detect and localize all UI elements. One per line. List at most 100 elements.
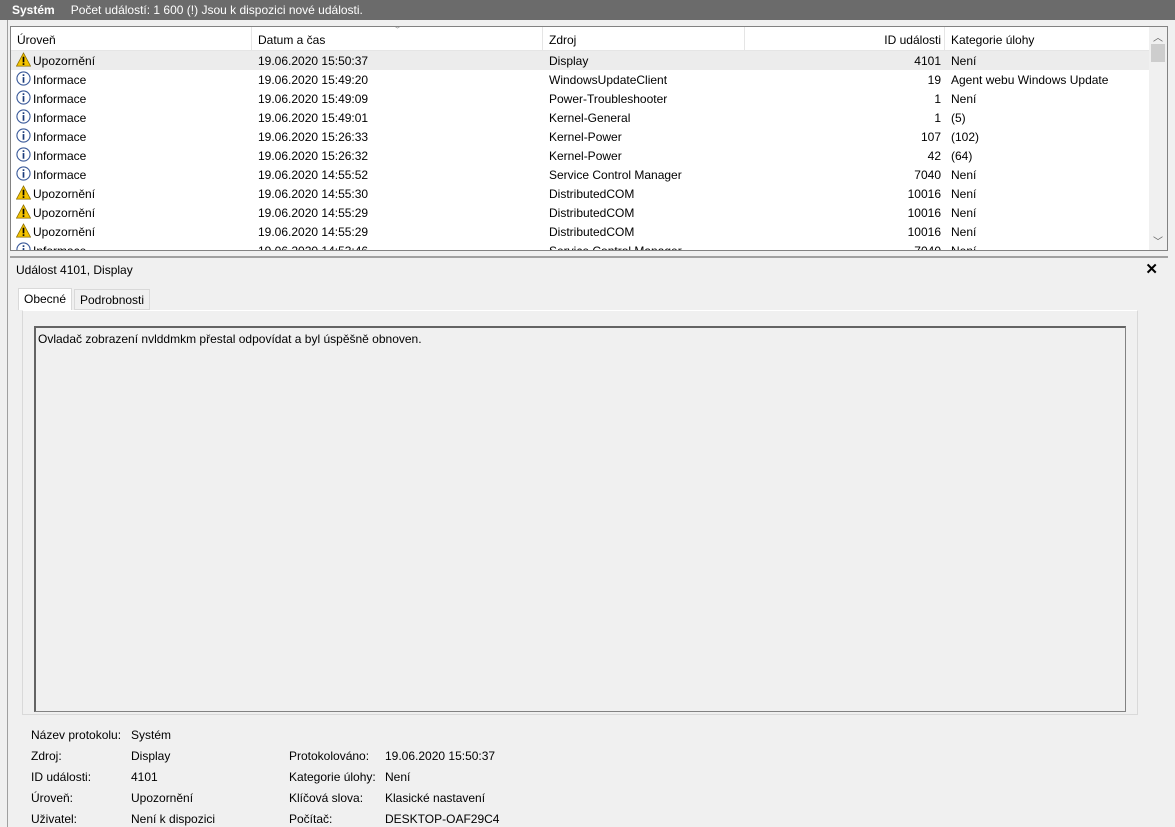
column-header: Úroveň Datum a čas ﹀ Zdroj ID události K…	[11, 27, 1149, 51]
close-icon[interactable]: ✕	[1145, 260, 1158, 278]
row-date: 19.06.2020 15:49:20	[258, 73, 369, 87]
log-name: Systém	[12, 3, 55, 17]
row-task-category: (64)	[951, 149, 973, 163]
level-value: Upozornění	[131, 791, 194, 805]
row-source: Kernel-General	[549, 111, 631, 125]
info-icon	[16, 71, 31, 86]
warning-icon	[15, 223, 32, 238]
table-row[interactable]: Upozornění 19.06.2020 14:55:29 Distribut…	[11, 222, 1149, 241]
row-source: DistributedCOM	[549, 206, 635, 220]
warning-icon	[15, 185, 32, 200]
row-task-category: Není	[951, 54, 977, 68]
event-count-status: Počet událostí: 1 600 (!) Jsou k dispozi…	[70, 3, 363, 17]
row-source: Kernel-Power	[549, 130, 622, 144]
row-date: 19.06.2020 14:55:30	[258, 187, 369, 201]
table-row[interactable]: Upozornění 19.06.2020 14:55:29 Distribut…	[11, 203, 1149, 222]
computer-label: Počítač:	[289, 812, 333, 826]
task-category-value: Není	[385, 770, 411, 784]
info-icon	[16, 147, 31, 162]
row-level: Informace	[33, 168, 87, 182]
row-event-id: 107	[920, 130, 941, 144]
row-task-category: Není	[951, 225, 977, 239]
info-icon	[16, 128, 31, 143]
scroll-up-icon[interactable]: ︿	[1153, 29, 1163, 44]
scrollbar-thumb[interactable]	[1151, 44, 1165, 62]
row-level: Upozornění	[33, 206, 96, 220]
scroll-down-icon[interactable]: ﹀	[1153, 233, 1163, 248]
table-row[interactable]: Informace 19.06.2020 15:49:20 WindowsUpd…	[11, 70, 1149, 89]
detail-title: Událost 4101, Display	[16, 263, 133, 277]
general-panel: Ovladač zobrazení nvlddmkm přestal odpov…	[22, 310, 1138, 715]
info-icon	[16, 90, 31, 105]
log-name-value: Systém	[131, 728, 172, 742]
left-border	[0, 20, 8, 827]
table-row[interactable]: Informace 19.06.2020 14:53:46 Service Co…	[11, 241, 1149, 251]
event-detail-pane: Událost 4101, Display ✕ Obecné Podrobnos…	[10, 256, 1168, 827]
row-event-id: 7040	[914, 244, 941, 251]
warning-icon	[15, 204, 32, 219]
task-category-label: Kategorie úlohy:	[289, 770, 376, 784]
row-source: DistributedCOM	[549, 225, 635, 239]
column-level[interactable]: Úroveň	[17, 33, 56, 47]
info-icon	[16, 242, 31, 250]
column-date[interactable]: Datum a čas	[258, 33, 325, 47]
row-source: Display	[549, 54, 589, 68]
row-task-category: Není	[951, 206, 977, 220]
source-label: Zdroj:	[31, 749, 62, 763]
column-task-category[interactable]: Kategorie úlohy	[951, 33, 1034, 47]
log-name-label: Název protokolu:	[31, 728, 122, 742]
row-source: DistributedCOM	[549, 187, 635, 201]
row-date: 19.06.2020 14:53:46	[258, 244, 369, 251]
row-task-category: Agent webu Windows Update	[951, 73, 1109, 87]
row-task-category: Není	[951, 244, 977, 251]
table-row[interactable]: Informace 19.06.2020 14:55:52 Service Co…	[11, 165, 1149, 184]
log-header: Systém Počet událostí: 1 600 (!) Jsou k d…	[0, 0, 1175, 20]
table-row[interactable]: Informace 19.06.2020 15:49:01 Kernel-Gen…	[11, 108, 1149, 127]
row-level: Informace	[33, 244, 87, 251]
row-source: Service Control Manager	[549, 244, 682, 251]
event-message[interactable]: Ovladač zobrazení nvlddmkm přestal odpov…	[34, 326, 1126, 712]
event-list[interactable]: Úroveň Datum a čas ﹀ Zdroj ID události K…	[10, 26, 1168, 251]
user-value: Není k dispozici	[131, 812, 216, 826]
keywords-value: Klasické nastavení	[385, 791, 486, 805]
row-date: 19.06.2020 14:55:52	[258, 168, 369, 182]
keywords-label: Klíčová slova:	[289, 791, 364, 805]
row-task-category: (5)	[951, 111, 966, 125]
row-task-category: Není	[951, 187, 977, 201]
row-source: Kernel-Power	[549, 149, 622, 163]
computer-value: DESKTOP-OAF29C4	[385, 812, 500, 826]
vertical-scrollbar[interactable]: ︿ ﹀	[1149, 27, 1167, 250]
row-event-id: 19	[927, 73, 941, 87]
row-task-category: (102)	[951, 130, 980, 144]
row-source: Power-Troubleshooter	[549, 92, 668, 106]
info-icon	[16, 166, 31, 181]
table-row[interactable]: Informace 19.06.2020 15:26:33 Kernel-Pow…	[11, 127, 1149, 146]
column-source[interactable]: Zdroj	[549, 33, 576, 47]
row-level: Upozornění	[33, 54, 96, 68]
table-row[interactable]: Upozornění 19.06.2020 14:55:30 Distribut…	[11, 184, 1149, 203]
info-icon	[16, 109, 31, 124]
row-level: Upozornění	[33, 225, 96, 239]
row-date: 19.06.2020 15:49:09	[258, 92, 369, 106]
row-level: Informace	[33, 111, 87, 125]
source-value: Display	[131, 749, 171, 763]
logged-value: 19.06.2020 15:50:37	[385, 749, 496, 763]
column-event-id[interactable]: ID události	[884, 33, 941, 47]
row-level: Informace	[33, 73, 87, 87]
row-event-id: 4101	[914, 54, 941, 68]
table-row[interactable]: Upozornění 19.06.2020 15:50:37 Display 4…	[11, 51, 1149, 70]
row-date: 19.06.2020 15:49:01	[258, 111, 369, 125]
row-event-id: 10016	[907, 206, 941, 220]
table-row[interactable]: Informace 19.06.2020 15:49:09 Power-Trou…	[11, 89, 1149, 108]
tab-details[interactable]: Podrobnosti	[74, 289, 151, 310]
row-event-id: 1	[934, 111, 941, 125]
level-label: Úroveň:	[31, 791, 74, 805]
row-event-id: 7040	[914, 168, 941, 182]
table-row[interactable]: Informace 19.06.2020 15:26:32 Kernel-Pow…	[11, 146, 1149, 165]
warning-icon	[15, 52, 32, 67]
row-level: Informace	[33, 149, 87, 163]
tab-general[interactable]: Obecné	[18, 288, 73, 310]
row-task-category: Není	[951, 92, 977, 106]
row-date: 19.06.2020 15:26:32	[258, 149, 369, 163]
event-id-value: 4101	[131, 770, 158, 784]
